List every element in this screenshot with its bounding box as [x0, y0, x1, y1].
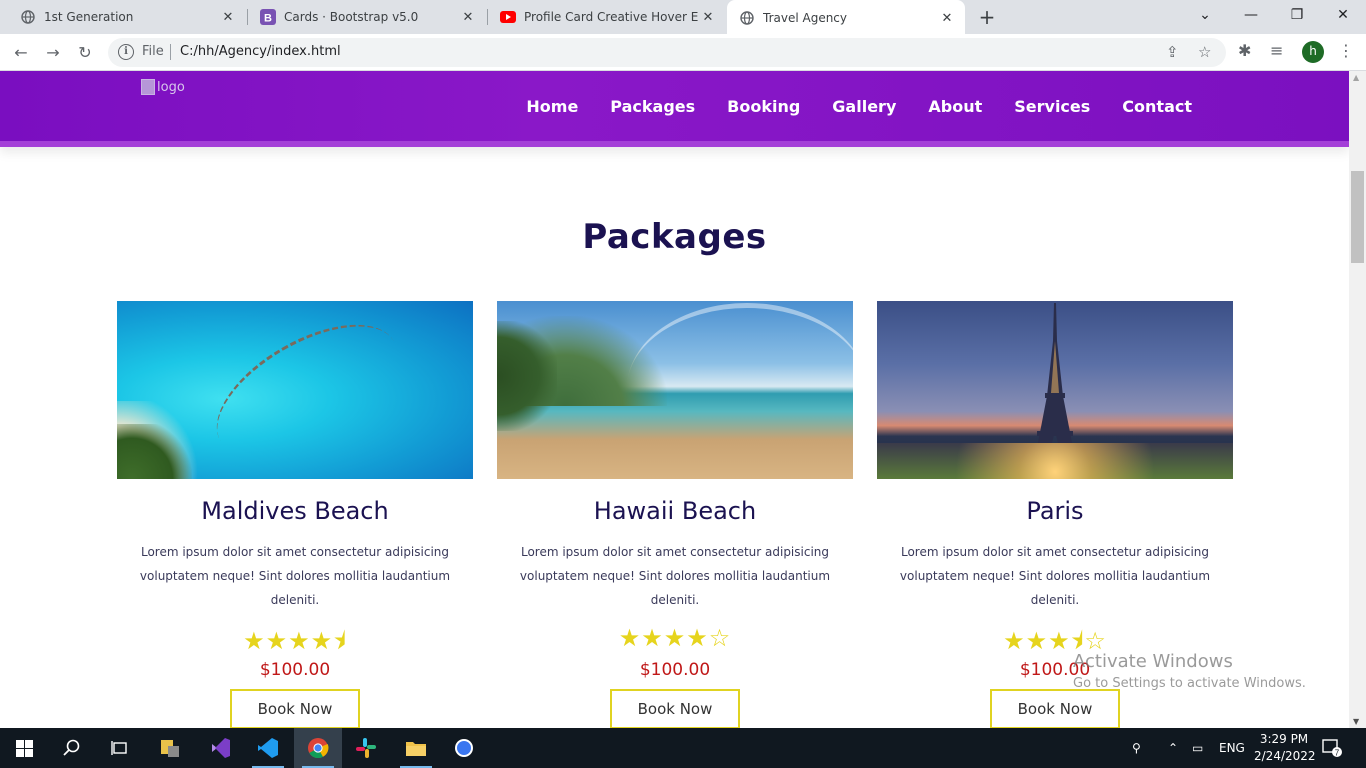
- nav-home[interactable]: Home: [526, 97, 578, 116]
- scrollbar-thumb[interactable]: [1351, 171, 1364, 263]
- page-scrollbar[interactable]: ▲ ▼: [1349, 71, 1366, 728]
- scroll-down-icon[interactable]: ▼: [1353, 717, 1359, 726]
- nav-gallery[interactable]: Gallery: [832, 97, 896, 116]
- task-view-icon[interactable]: [96, 728, 144, 768]
- tab-1st-generation[interactable]: 1st Generation ✕: [8, 0, 246, 34]
- close-icon[interactable]: ✕: [218, 10, 238, 25]
- back-icon[interactable]: ←: [8, 40, 34, 66]
- card-description: Lorem ipsum dolor sit amet consectetur a…: [519, 545, 831, 607]
- paris-image: [877, 301, 1233, 479]
- package-card-hawaii: Hawaii Beach Lorem ipsum dolor sit amet …: [497, 301, 853, 728]
- maldives-beach-image: [117, 301, 473, 479]
- book-now-button[interactable]: Book Now: [990, 689, 1120, 728]
- youtube-icon: [500, 9, 516, 25]
- tab-title: Profile Card Creative Hover Effect: [524, 10, 698, 24]
- tab-profile-card[interactable]: Profile Card Creative Hover Effect ✕: [488, 0, 726, 34]
- minimize-button[interactable]: —: [1228, 0, 1274, 32]
- card-title: Hawaii Beach: [593, 497, 757, 525]
- tab-title: 1st Generation: [44, 10, 134, 24]
- nav-services[interactable]: Services: [1014, 97, 1090, 116]
- people-icon[interactable]: ⚲: [1132, 728, 1141, 768]
- url-text[interactable]: C:/hh/Agency/index.html: [180, 44, 341, 59]
- tab-title: Cards · Bootstrap v5.0: [284, 10, 419, 24]
- info-icon[interactable]: i: [118, 44, 134, 60]
- new-tab-button[interactable]: +: [976, 4, 998, 30]
- star-rating: ★★★★☆: [618, 624, 732, 652]
- visual-studio-icon[interactable]: [196, 728, 244, 768]
- search-icon[interactable]: [48, 728, 96, 768]
- watermark-title: Activate Windows: [1073, 651, 1233, 672]
- package-card-maldives: Maldives Beach Lorem ipsum dolor sit ame…: [117, 301, 473, 728]
- reload-icon[interactable]: ↻: [72, 40, 98, 66]
- book-now-button[interactable]: Book Now: [610, 689, 740, 728]
- restore-button[interactable]: ❐: [1274, 0, 1320, 32]
- nav-contact[interactable]: Contact: [1122, 97, 1192, 116]
- book-now-button[interactable]: Book Now: [230, 689, 360, 728]
- language-indicator[interactable]: ENG: [1219, 728, 1245, 768]
- card-description: Lorem ipsum dolor sit amet consectetur a…: [139, 545, 451, 607]
- toolbar: ← → ↻ i File C:/hh/Agency/index.html ⇪ ☆…: [0, 34, 1366, 71]
- tab-search-icon[interactable]: ⌄: [1182, 0, 1228, 32]
- logo-alt-text: logo: [157, 79, 185, 95]
- broken-image-icon: [141, 79, 155, 95]
- address-bar[interactable]: i File C:/hh/Agency/index.html ⇪ ☆: [108, 38, 1226, 67]
- svg-text:B: B: [264, 13, 272, 25]
- extensions-icon[interactable]: ✱: [1238, 41, 1251, 60]
- vscode-icon[interactable]: [244, 728, 292, 768]
- close-window-button[interactable]: ✕: [1320, 0, 1366, 32]
- file-explorer-icon[interactable]: [392, 728, 440, 768]
- logo[interactable]: logo: [141, 79, 185, 95]
- card-description: Lorem ipsum dolor sit amet consectetur a…: [899, 545, 1211, 607]
- nav-packages[interactable]: Packages: [610, 97, 695, 116]
- globe-icon: [739, 10, 755, 26]
- scheme-label: File: [142, 44, 164, 59]
- share-icon[interactable]: ⇪: [1166, 43, 1179, 61]
- watermark-subtitle: Go to Settings to activate Windows.: [1073, 676, 1306, 691]
- main-nav: Home Packages Booking Gallery About Serv…: [526, 97, 1192, 116]
- notification-center-icon[interactable]: 7: [1322, 728, 1342, 768]
- nav-booking[interactable]: Booking: [727, 97, 800, 116]
- scroll-up-icon[interactable]: ▲: [1353, 73, 1359, 82]
- windows-start-icon[interactable]: [0, 728, 48, 768]
- signal-icon[interactable]: [440, 728, 488, 768]
- tab-title: Travel Agency: [763, 11, 847, 25]
- hawaii-beach-image: [497, 301, 853, 479]
- tab-travel-agency[interactable]: Travel Agency ✕: [727, 0, 965, 36]
- site-header: logo Home Packages Booking Gallery About…: [0, 71, 1349, 147]
- chevron-up-icon[interactable]: ⌃: [1168, 728, 1178, 768]
- menu-icon[interactable]: ⋮: [1338, 41, 1354, 60]
- page-viewport: logo Home Packages Booking Gallery About…: [0, 71, 1349, 728]
- build-tools-icon[interactable]: [146, 728, 194, 768]
- notification-count: 7: [1335, 749, 1340, 758]
- bootstrap-icon: B: [260, 9, 276, 25]
- tab-cards-bootstrap[interactable]: B Cards · Bootstrap v5.0 ✕: [248, 0, 486, 34]
- clock[interactable]: 3:29 PM 2/24/2022: [1254, 731, 1316, 765]
- clock-time: 3:29 PM: [1259, 732, 1309, 746]
- close-icon[interactable]: ✕: [698, 10, 718, 25]
- card-price: $100.00: [639, 660, 711, 680]
- activate-windows-watermark: Activate Windows Go to Settings to activ…: [1073, 651, 1306, 691]
- tab-strip: 1st Generation ✕ B Cards · Bootstrap v5.…: [0, 0, 1366, 36]
- section-title: Packages: [582, 217, 767, 257]
- clock-date: 2/24/2022: [1254, 749, 1316, 763]
- nav-about[interactable]: About: [928, 97, 982, 116]
- globe-icon: [20, 9, 36, 25]
- bookmark-star-icon[interactable]: ☆: [1198, 43, 1211, 61]
- card-title: Maldives Beach: [201, 497, 389, 525]
- profile-avatar[interactable]: h: [1302, 41, 1324, 63]
- battery-icon[interactable]: ▭: [1192, 728, 1203, 768]
- card-price: $100.00: [259, 660, 331, 680]
- star-rating: ★★★⯨☆: [1003, 627, 1107, 655]
- slack-icon[interactable]: [342, 728, 390, 768]
- taskbar: ⚲ ⌃ ▭ ENG 3:29 PM 2/24/2022 7: [0, 728, 1366, 768]
- media-control-icon[interactable]: ≡: [1270, 41, 1283, 60]
- star-rating: ★★★★⯨: [243, 627, 347, 655]
- close-icon[interactable]: ✕: [458, 10, 478, 25]
- card-title: Paris: [1026, 497, 1084, 525]
- chrome-icon[interactable]: [294, 728, 342, 768]
- forward-icon[interactable]: →: [40, 40, 66, 66]
- close-icon[interactable]: ✕: [937, 11, 957, 26]
